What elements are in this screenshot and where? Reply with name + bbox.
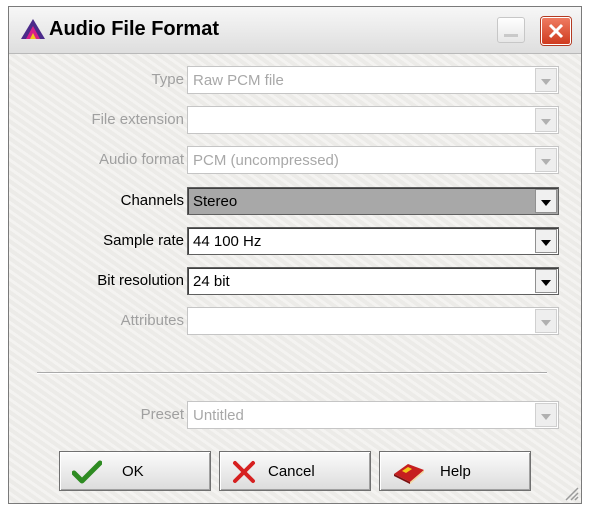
- bit-resolution-value: 24 bit: [193, 273, 230, 290]
- help-label: Help: [440, 463, 471, 480]
- dialog-body: Type Raw PCM file File extension Audio f…: [9, 54, 581, 503]
- resize-grip-icon[interactable]: [563, 485, 579, 501]
- row-audio-format: Audio format PCM (uncompressed): [9, 146, 583, 174]
- attributes-label: Attributes: [120, 312, 184, 329]
- x-icon: [233, 461, 255, 483]
- minimize-icon: [504, 34, 518, 37]
- row-file-extension: File extension: [9, 106, 583, 134]
- row-attributes: Attributes: [9, 307, 583, 335]
- app-logo-icon: [21, 19, 45, 39]
- row-type: Type Raw PCM file: [9, 66, 583, 94]
- audio-file-format-dialog: Audio File Format Type Raw PCM file File…: [8, 6, 582, 504]
- sample-rate-label: Sample rate: [103, 232, 184, 249]
- preset-select[interactable]: Untitled: [187, 401, 559, 429]
- preset-dropdown-button[interactable]: [535, 403, 557, 427]
- row-preset: Preset Untitled: [9, 401, 583, 429]
- attributes-dropdown-button[interactable]: [535, 309, 557, 333]
- close-button[interactable]: [541, 17, 571, 45]
- window-title: Audio File Format: [49, 18, 219, 40]
- audio-format-select[interactable]: PCM (uncompressed): [187, 146, 559, 174]
- file-extension-dropdown-button[interactable]: [535, 108, 557, 132]
- audio-format-label: Audio format: [98, 151, 184, 168]
- row-channels: Channels Stereo: [9, 187, 583, 215]
- checkmark-icon: [72, 460, 102, 484]
- cancel-label: Cancel: [268, 463, 315, 480]
- chevron-down-icon: [541, 240, 551, 246]
- chevron-down-icon: [541, 320, 551, 326]
- chevron-down-icon: [541, 280, 551, 286]
- attributes-select[interactable]: [187, 307, 559, 335]
- file-extension-select[interactable]: [187, 106, 559, 134]
- row-sample-rate: Sample rate 44 100 Hz: [9, 227, 583, 255]
- ok-label: OK: [122, 463, 144, 480]
- cancel-button[interactable]: Cancel: [219, 451, 371, 491]
- audio-format-dropdown-button[interactable]: [535, 148, 557, 172]
- ok-button[interactable]: OK: [59, 451, 211, 491]
- channels-label: Channels: [120, 192, 184, 209]
- bit-resolution-label: Bit resolution: [97, 272, 184, 289]
- separator-line: [37, 372, 547, 374]
- channels-value: Stereo: [193, 193, 238, 210]
- sample-rate-select[interactable]: 44 100 Hz: [187, 227, 559, 255]
- minimize-button[interactable]: [497, 17, 525, 43]
- type-value: Raw PCM file: [193, 72, 284, 89]
- bit-resolution-dropdown-button[interactable]: [535, 269, 557, 293]
- close-icon: [548, 23, 564, 39]
- chevron-down-icon: [541, 79, 551, 85]
- sample-rate-value: 44 100 Hz: [193, 233, 262, 250]
- sample-rate-dropdown-button[interactable]: [535, 229, 557, 253]
- row-bit-resolution: Bit resolution 24 bit: [9, 267, 583, 295]
- chevron-down-icon: [541, 119, 551, 125]
- chevron-down-icon: [541, 200, 551, 206]
- book-icon: [394, 464, 424, 484]
- help-button[interactable]: Help: [379, 451, 531, 491]
- channels-select[interactable]: Stereo: [187, 187, 559, 215]
- type-label: Type: [151, 71, 184, 88]
- bit-resolution-select[interactable]: 24 bit: [187, 267, 559, 295]
- chevron-down-icon: [541, 159, 551, 165]
- preset-value: Untitled: [193, 407, 244, 424]
- chevron-down-icon: [541, 414, 551, 420]
- audio-format-value: PCM (uncompressed): [193, 152, 339, 169]
- title-bar[interactable]: Audio File Format: [9, 7, 581, 54]
- file-extension-label: File extension: [91, 111, 184, 128]
- channels-dropdown-button[interactable]: [535, 189, 557, 213]
- type-select[interactable]: Raw PCM file: [187, 66, 559, 94]
- type-dropdown-button[interactable]: [535, 68, 557, 92]
- preset-label: Preset: [140, 406, 184, 423]
